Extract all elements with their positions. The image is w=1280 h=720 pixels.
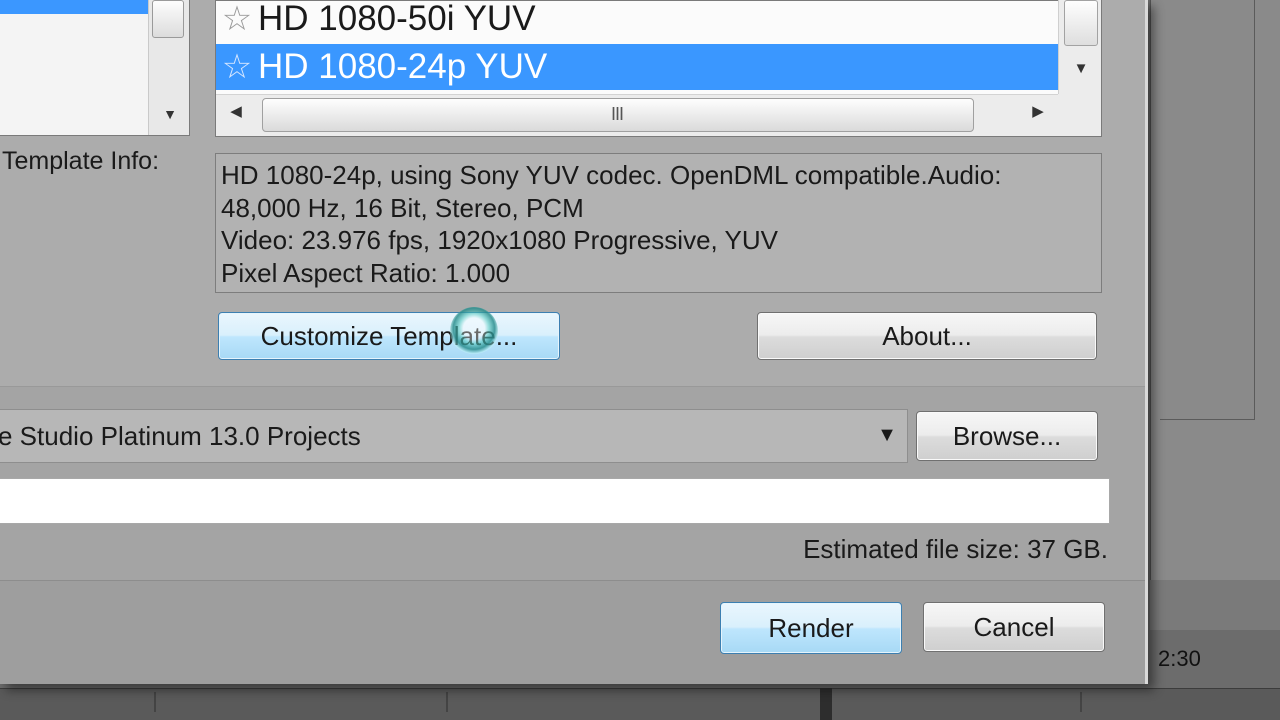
template-list-vscroll-thumb[interactable] (1064, 0, 1098, 46)
folder-combobox-value: e Studio Platinum 13.0 Projects (0, 420, 361, 451)
scrollbar-corner (1058, 94, 1101, 136)
timeline-tick (446, 692, 448, 712)
format-list-selected-item[interactable] (0, 0, 148, 14)
template-info-line: HD 1080-24p, using Sony YUV codec. OpenD… (221, 160, 1002, 190)
template-info-line: Pixel Aspect Ratio: 1.000 (221, 257, 511, 288)
browse-button[interactable]: Browse... (916, 411, 1098, 461)
template-list-item-selected[interactable]: ☆ HD 1080-24p YUV (216, 44, 1058, 90)
background-timeline (0, 688, 1280, 720)
template-list-item[interactable]: ☆ HD 1080-50i YUV (216, 0, 1058, 42)
chevron-right-icon[interactable]: ▶ (1026, 102, 1050, 128)
template-info-label: Template Info: (2, 147, 160, 175)
template-info-line: Video: 23.976 fps, 1920x1080 Progressive… (221, 225, 778, 255)
background-band (1150, 580, 1280, 630)
star-outline-icon[interactable]: ☆ (216, 47, 258, 87)
timeline-cursor[interactable] (820, 688, 832, 720)
template-info-line: 48,000 Hz, 16 Bit, Stereo, PCM (221, 192, 584, 223)
chevron-left-icon[interactable]: ◀ (224, 102, 248, 128)
dropdown-arrow-icon[interactable]: ▼ (872, 420, 902, 450)
estimated-file-size: Estimated file size: 37 GB. (803, 534, 1108, 564)
template-item-label: HD 1080-24p YUV (258, 47, 548, 86)
format-list-scroll-thumb[interactable] (152, 0, 184, 38)
chevron-down-icon[interactable]: ▼ (158, 106, 182, 126)
cancel-button[interactable]: Cancel (923, 602, 1105, 652)
timeline-time-readout: 2:30 (1158, 646, 1201, 671)
template-item-label: HD 1080-50i YUV (258, 0, 536, 38)
scroll-grip-icon: III (610, 104, 624, 124)
star-outline-icon[interactable]: ☆ (216, 0, 258, 39)
timeline-tick (154, 692, 156, 712)
file-name-input[interactable] (0, 478, 1110, 524)
background-panel-frame (1160, 0, 1255, 420)
render-button[interactable]: Render (720, 602, 902, 654)
folder-combobox[interactable]: e Studio Platinum 13.0 Projects (0, 409, 908, 463)
mouse-cursor-icon (450, 307, 498, 355)
timeline-tick (1080, 692, 1082, 712)
customize-template-button[interactable]: Customize Template... (218, 312, 560, 360)
about-button[interactable]: About... (757, 312, 1097, 360)
chevron-down-icon[interactable]: ▼ (1066, 60, 1096, 84)
template-info-box: HD 1080-24p, using Sony YUV codec. OpenD… (215, 153, 1102, 293)
